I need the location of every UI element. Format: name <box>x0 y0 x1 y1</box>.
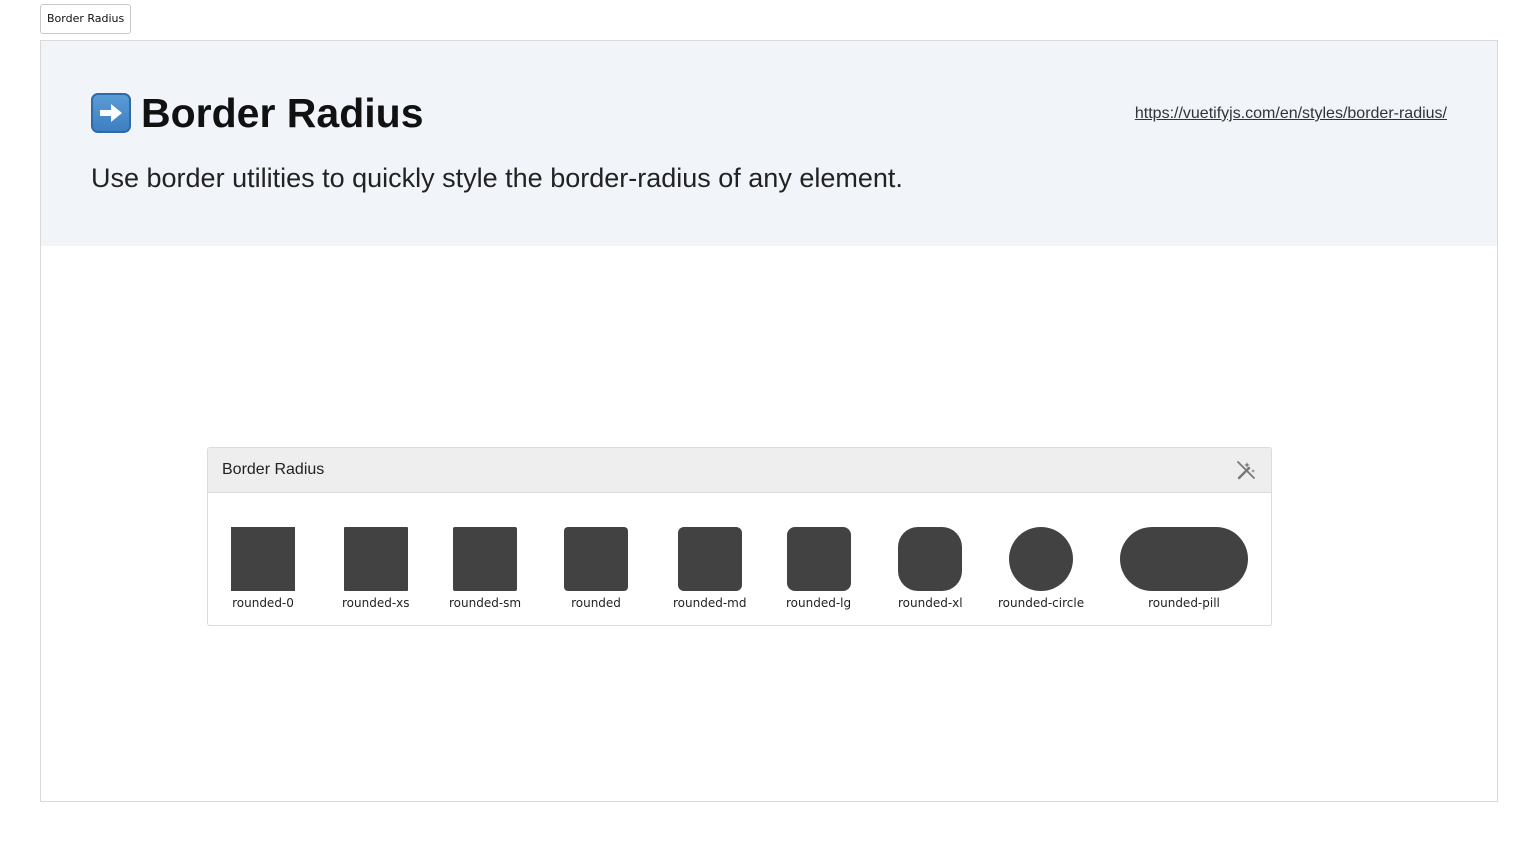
sample-label: rounded-xs <box>342 596 410 610</box>
swatch <box>786 527 851 591</box>
swatch <box>343 527 408 591</box>
sample-rounded-lg: rounded-lg <box>786 527 851 610</box>
magic-wand-off-icon[interactable] <box>1235 459 1257 481</box>
swatch <box>1120 527 1248 591</box>
sample-label: rounded-pill <box>1148 596 1220 610</box>
sample-label: rounded-md <box>673 596 747 610</box>
page-title: Border Radius <box>91 89 424 136</box>
sample-rounded-pill: rounded-pill <box>1120 527 1248 610</box>
docs-link[interactable]: https://vuetifyjs.com/en/styles/border-r… <box>1135 105 1447 123</box>
sample-label: rounded-sm <box>449 596 522 610</box>
page-title-text: Border Radius <box>141 89 424 136</box>
right-arrow-icon <box>91 93 131 133</box>
sample-label: rounded-0 <box>232 596 294 610</box>
swatch <box>1009 527 1074 591</box>
sample-rounded-xl: rounded-xl <box>898 527 963 610</box>
radius-samples: rounded-0 rounded-xs rounded-sm rounded … <box>208 493 1271 625</box>
sample-rounded: rounded <box>564 527 628 610</box>
card-header: Border Radius <box>208 448 1271 493</box>
page-description: Use border utilities to quickly style th… <box>91 163 903 193</box>
sample-label: rounded-xl <box>898 596 963 610</box>
swatch <box>677 527 742 591</box>
swatch <box>231 527 295 591</box>
sample-label: rounded-circle <box>998 596 1085 610</box>
sample-rounded-0: rounded-0 <box>231 527 295 610</box>
sample-rounded-xs: rounded-xs <box>342 527 410 610</box>
sample-rounded-md: rounded-md <box>673 527 746 610</box>
swatch <box>453 527 518 591</box>
page-frame: Border Radius https://vuetifyjs.com/en/s… <box>40 40 1498 802</box>
sample-rounded-circle: rounded-circle <box>998 527 1084 610</box>
browser-tab[interactable]: Border Radius <box>40 4 132 34</box>
sample-label: rounded <box>571 596 621 610</box>
demo-card: Border Radius rounded-0 rounded-xs round… <box>207 447 1272 626</box>
card-title: Border Radius <box>222 461 325 478</box>
swatch <box>898 527 963 591</box>
sample-rounded-sm: rounded-sm <box>449 527 521 610</box>
swatch <box>564 527 628 591</box>
sample-label: rounded-lg <box>786 596 852 610</box>
hero-banner: Border Radius https://vuetifyjs.com/en/s… <box>41 41 1497 246</box>
